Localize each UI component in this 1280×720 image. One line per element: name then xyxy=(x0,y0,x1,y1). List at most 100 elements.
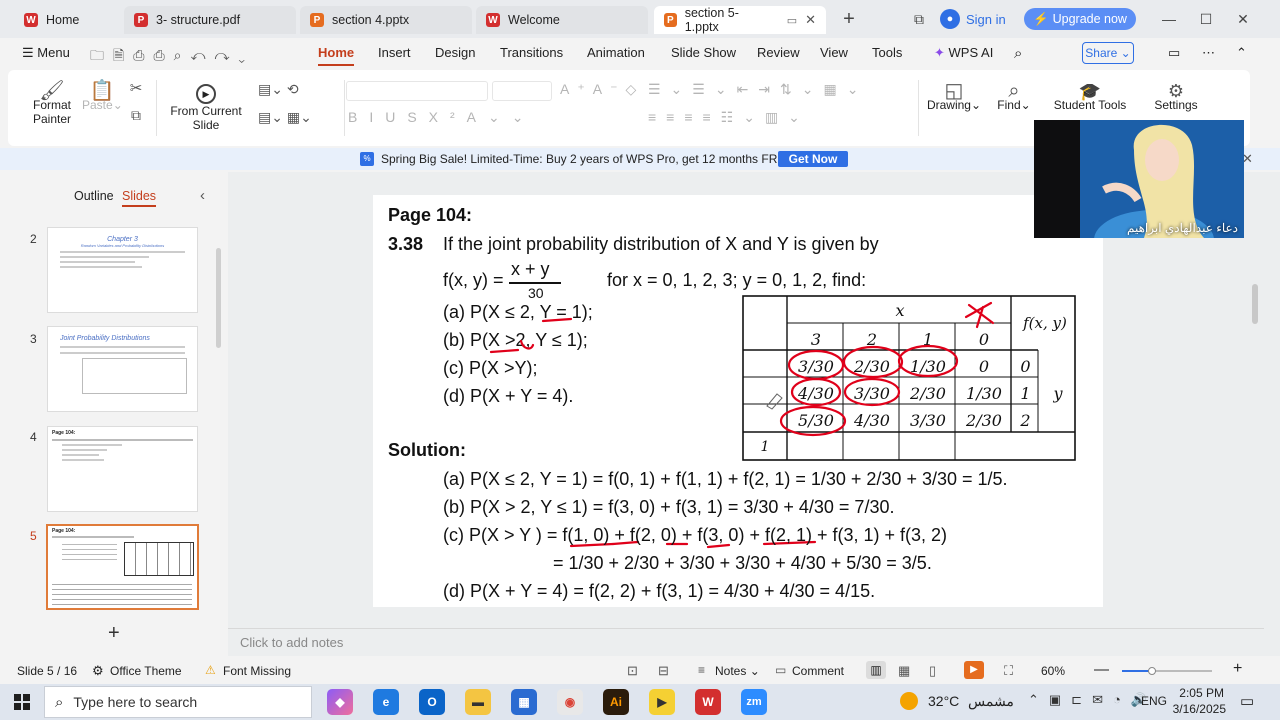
reading-view-icon[interactable]: ▯ xyxy=(929,663,936,679)
font-size-select[interactable] xyxy=(492,81,552,101)
slide-sorter-icon[interactable]: ⊟ xyxy=(658,663,669,679)
tab-transitions[interactable]: Transitions xyxy=(500,45,563,60)
theme-label[interactable]: Office Theme xyxy=(110,664,182,678)
slide-canvas[interactable]: Page 104: 3.38 If the joint probability … xyxy=(373,195,1103,607)
menu-bar: ☰ Menu 🗀🗎⎙⎙⌕↶↷⌄ Home Insert Design Trans… xyxy=(0,38,1280,70)
chrome-icon[interactable]: ◉ xyxy=(557,689,583,715)
clock-date[interactable]: 3/16/2025 xyxy=(1164,702,1226,716)
ink-underline xyxy=(489,339,535,354)
sign-in-button[interactable]: ● Sign in xyxy=(940,9,1006,29)
tab-slide-show[interactable]: Slide Show xyxy=(671,45,736,60)
windows-start-icon[interactable] xyxy=(14,694,30,710)
normal-view-icon[interactable]: ▥ xyxy=(866,661,886,679)
clock-time[interactable]: 2:05 PM xyxy=(1178,686,1224,700)
font-name-select[interactable] xyxy=(346,81,488,101)
tab-home[interactable]: W Home xyxy=(14,6,120,34)
illustrator-icon[interactable]: Ai xyxy=(603,689,629,715)
thumbnail-title: Chapter 3 xyxy=(107,236,138,243)
outlook-icon[interactable]: O xyxy=(419,689,445,715)
comment-button[interactable]: Comment xyxy=(792,664,844,678)
grid-view-icon[interactable]: ▦ xyxy=(898,663,910,679)
wps-ai-button[interactable]: ✦ WPS AI xyxy=(934,45,993,61)
add-slide-icon[interactable]: + xyxy=(108,622,120,645)
system-tray-icons[interactable]: ⌃▣⊏✉◔🔊 xyxy=(1028,692,1157,708)
pane-scrollbar[interactable] xyxy=(216,248,221,348)
solution-b: (b) P(X > 2, Y ≤ 1) = f(3, 0) + f(3, 1) … xyxy=(443,497,895,517)
taskbar-search-box[interactable]: ⌕ Type here to search xyxy=(44,686,312,718)
tab-tools[interactable]: Tools xyxy=(872,45,902,60)
fit-slide-icon[interactable]: ⊡ xyxy=(627,663,638,679)
paste-button[interactable]: 📋 Paste⌄ xyxy=(82,81,123,112)
text-format-group[interactable]: BIUSX²A⌄⌄ xyxy=(348,110,598,124)
fit-window-icon[interactable]: ⛶ xyxy=(1004,663,1013,679)
more-options-icon[interactable]: ⋯ xyxy=(1202,45,1215,61)
edge-browser-icon[interactable]: e xyxy=(373,689,399,715)
settings-icon: ⚙ xyxy=(1167,84,1185,101)
tab-review[interactable]: Review xyxy=(757,45,800,60)
window-switch-icon[interactable]: ⧉ xyxy=(908,8,930,30)
notes-button[interactable]: Notes ⌄ xyxy=(715,664,760,678)
settings-button[interactable]: ⚙ Settings xyxy=(1146,84,1206,124)
slideshow-play-icon[interactable]: ▶ xyxy=(964,661,984,679)
alignment-group[interactable]: ≡≡≡≡☷⌄▥⌄ xyxy=(648,110,878,124)
slide-thumbnail-3[interactable]: Joint Probability Distributions xyxy=(47,326,198,412)
format-painter-button[interactable]: 🖌 Format Painter xyxy=(30,81,74,126)
cut-icon[interactable]: ✂ xyxy=(126,81,146,96)
tab-design[interactable]: Design xyxy=(435,45,475,60)
slides-tab[interactable]: Slides xyxy=(122,189,157,207)
collapse-pane-icon[interactable]: ‹ xyxy=(200,187,205,204)
search-icon[interactable]: ⌕ xyxy=(1014,45,1022,62)
notes-icon: ≡ xyxy=(698,663,706,677)
tab-section5-pptx[interactable]: P section 5-1.pptx ▭ ✕ xyxy=(654,6,826,34)
microsoft-store-icon[interactable]: ▦ xyxy=(511,689,537,715)
collapse-ribbon-icon[interactable]: ⌃ xyxy=(1236,45,1247,61)
wps-office-icon[interactable]: W xyxy=(695,689,721,715)
layout-icon[interactable]: ▤⌄ ⟲ xyxy=(258,82,318,96)
share-button[interactable]: Share ⌄ xyxy=(1082,42,1134,64)
main-menu-button[interactable]: ☰ Menu xyxy=(22,45,70,61)
zoom-level[interactable]: 60% xyxy=(1041,664,1065,678)
student-tools-button[interactable]: 🎓 Student Tools xyxy=(1050,84,1130,124)
comment-panel-icon[interactable]: ▭ xyxy=(1168,45,1180,61)
outline-tab[interactable]: Outline xyxy=(74,189,114,203)
zoom-in-icon[interactable]: + xyxy=(1233,660,1242,678)
close-tab-icon[interactable]: ✕ xyxy=(805,12,816,28)
zoom-slider-thumb[interactable] xyxy=(1148,667,1156,675)
editor-scrollbar[interactable] xyxy=(1252,284,1258,324)
zoom-slider[interactable] xyxy=(1122,667,1212,675)
tab-view[interactable]: View xyxy=(820,45,848,60)
tab-welcome[interactable]: W Welcome xyxy=(476,6,648,34)
font-missing-label[interactable]: Font Missing xyxy=(223,664,291,678)
slide-thumbnail-5-selected[interactable]: Page 104: xyxy=(46,524,199,610)
tab-structure-pdf[interactable]: P 3- structure.pdf xyxy=(124,6,296,34)
minimize-icon[interactable]: — xyxy=(1158,8,1180,30)
get-now-button[interactable]: Get Now xyxy=(778,151,848,167)
tab-insert[interactable]: Insert xyxy=(378,45,411,60)
copilot-icon[interactable]: ◆ xyxy=(327,689,353,715)
zoom-out-icon[interactable]: — xyxy=(1094,661,1109,678)
section-icon[interactable]: ▤⌄ ▦⌄ xyxy=(258,110,328,124)
upgrade-now-button[interactable]: ⚡ Upgrade now xyxy=(1024,8,1136,30)
find-button[interactable]: ⌕ Find⌄ xyxy=(994,81,1034,112)
new-tab-icon[interactable]: + xyxy=(838,8,860,30)
paragraph-group[interactable]: ☰⌄☰⌄⇤⇥⇅⌄▦⌄ xyxy=(648,82,878,96)
font-adjust-group[interactable]: A⁺A⁻◇ xyxy=(560,82,640,96)
zoom-app-icon[interactable]: zm xyxy=(741,689,767,715)
restore-tab-icon[interactable]: ▭ xyxy=(787,14,797,27)
copy-icon[interactable]: ⧉ xyxy=(126,108,146,122)
notification-icon[interactable]: ▭ xyxy=(1240,692,1254,710)
maximize-icon[interactable]: ☐ xyxy=(1195,8,1217,30)
notes-input[interactable]: Click to add notes xyxy=(240,635,343,650)
tab-home-ribbon[interactable]: Home xyxy=(318,45,355,66)
slide-thumbnail-4[interactable]: Page 104: xyxy=(47,426,198,512)
weather-temp[interactable]: 32°C xyxy=(928,693,959,709)
slide-thumbnail-2[interactable]: Chapter 3 Random Variables and Probabili… xyxy=(47,227,198,313)
quick-access-toolbar[interactable]: 🗀🗎⎙⎙⌕↶↷⌄ xyxy=(90,45,254,69)
tab-animation[interactable]: Animation xyxy=(587,45,645,60)
close-window-icon[interactable]: ✕ xyxy=(1232,8,1254,30)
drawing-button[interactable]: ◱ Drawing⌄ xyxy=(926,81,982,112)
file-explorer-icon[interactable]: ▬ xyxy=(465,689,491,715)
from-current-slide-button[interactable]: ▶ From Current Slide xyxy=(164,84,248,132)
media-player-icon[interactable]: ▶ xyxy=(649,689,675,715)
tab-section4-pptx[interactable]: P section 4.pptx xyxy=(300,6,472,34)
